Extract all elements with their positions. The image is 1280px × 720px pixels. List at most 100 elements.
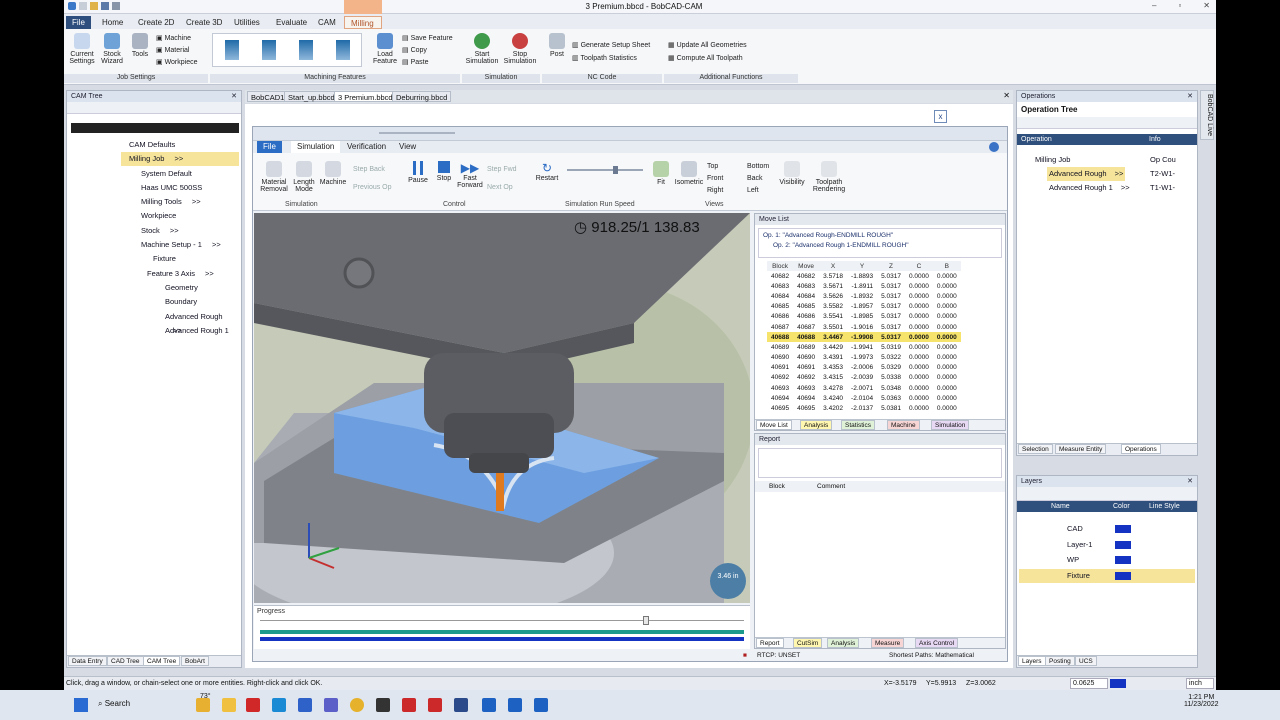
teams-icon[interactable]	[324, 698, 338, 712]
quick-access-toolbar[interactable]	[68, 2, 128, 12]
tab-layers[interactable]: Layers	[1018, 656, 1046, 666]
feature-icon[interactable]	[261, 40, 276, 60]
tab-machine[interactable]: Machine	[887, 420, 920, 430]
run-speed-slider[interactable]	[567, 166, 643, 174]
app-icon[interactable]	[246, 698, 260, 712]
sim-tab-simulation[interactable]: Simulation	[291, 141, 341, 153]
toolpath-rendering-button[interactable]: Toolpath Rendering	[811, 161, 847, 193]
stop-simulation-button[interactable]: Stop Simulation	[502, 33, 538, 65]
workpiece-button[interactable]: ▣ Workpiece	[156, 57, 198, 69]
load-feature-button[interactable]: Load Feature	[372, 33, 398, 65]
fast-forward-button[interactable]: ▶▶ Fast Forward	[457, 161, 483, 189]
table-row[interactable]: 40692 40692 3.4315 -2.0039 5.0338 0.0000 0.000…	[767, 373, 961, 383]
stock-wizard-button[interactable]: Stock Wizard	[98, 33, 126, 65]
table-row[interactable]: 40685 40685 3.5582 -1.8957 5.0317 0.0000 0.000…	[767, 302, 961, 312]
weather-icon[interactable]	[196, 698, 210, 712]
view-top-button[interactable]: Top	[707, 161, 723, 173]
step-fwd-button[interactable]: Step Fwd	[487, 161, 517, 179]
progress-track[interactable]	[260, 620, 744, 621]
tree-item-boundary[interactable]: Boundary	[165, 295, 197, 309]
close-icon[interactable]: ✕	[1003, 91, 1010, 100]
col-name[interactable]: Name	[1051, 501, 1070, 512]
table-row[interactable]: 40682 40682 3.5718 -1.8893 5.0317 0.0000 0.000…	[767, 271, 961, 281]
view-bottom-button[interactable]: Bottom	[747, 161, 769, 173]
tab-cam[interactable]: CAM	[312, 16, 342, 29]
col-comment[interactable]: Comment	[817, 481, 845, 492]
paste-button[interactable]: ▤ Paste	[402, 57, 453, 69]
bobcad-icon[interactable]	[534, 698, 548, 712]
app-icon[interactable]	[376, 698, 390, 712]
sim-quick-toolbar[interactable]	[253, 127, 1007, 141]
tab-utilities[interactable]: Utilities	[228, 16, 266, 29]
print-icon[interactable]	[112, 2, 120, 10]
help-icon[interactable]	[989, 142, 999, 152]
tab-move-list[interactable]: Move List	[756, 420, 792, 430]
col-block[interactable]: Block	[767, 261, 794, 271]
table-row[interactable]: 40683 40683 3.5671 -1.8911 5.0317 0.0000 0.000…	[767, 281, 961, 291]
tab-operations[interactable]: Operations	[1121, 444, 1161, 454]
op-milling-job[interactable]: Milling Job	[1035, 153, 1070, 167]
doc-tab-premium[interactable]: 3 Premium.bbcd	[334, 91, 397, 102]
layer-fixture-row[interactable]	[1019, 569, 1195, 583]
table-row[interactable]: 40690 40690 3.4391 -1.9973 5.0322 0.0000 0.000…	[767, 353, 961, 363]
view-left-button[interactable]: Left	[747, 185, 769, 197]
color-picker[interactable]	[1110, 679, 1126, 688]
table-row[interactable]: 40693 40693 3.4278 -2.0071 5.0348 0.0000 0.000…	[767, 383, 961, 393]
layer-layer-1[interactable]: Layer-1	[1067, 538, 1092, 552]
col-c[interactable]: C	[904, 261, 933, 271]
isometric-button[interactable]: Isometric	[673, 161, 705, 186]
tab-report[interactable]: Report	[756, 638, 784, 648]
minimize-icon[interactable]: –	[1152, 1, 1156, 10]
save-feature-button[interactable]: ▤ Save Feature	[402, 33, 453, 45]
visibility-button[interactable]: Visibility	[777, 161, 807, 186]
tree-item-system-default[interactable]: System Default	[141, 167, 192, 181]
tree-item-machine[interactable]: Haas UMC 500SS	[141, 181, 202, 195]
tab-ucs[interactable]: UCS	[1075, 656, 1097, 666]
doc-tab-bobcad1[interactable]: BobCAD1	[247, 91, 289, 102]
unit-select[interactable]: inch	[1186, 678, 1214, 689]
tab-create-2d[interactable]: Create 2D	[132, 16, 180, 29]
table-row[interactable]: 40688 40688 3.4467 -1.9908 5.0317 0.0000 0.000…	[767, 332, 961, 343]
sim-close-button[interactable]: x	[934, 110, 947, 123]
tree-item-feature-3-axis[interactable]: Feature 3 Axis >>	[147, 267, 214, 281]
tree-item-fixture[interactable]: Fixture	[153, 252, 176, 266]
close-icon[interactable]: ✕	[231, 91, 237, 102]
restart-button[interactable]: ↻ Restart	[535, 161, 559, 182]
speed-slider-mini[interactable]	[379, 132, 455, 134]
close-icon[interactable]: ✕	[1187, 91, 1193, 102]
machine-toggle-button[interactable]: Machine	[319, 161, 347, 186]
tab-statistics[interactable]: Statistics	[841, 420, 876, 430]
compute-all-toolpath-button[interactable]: ▦ Compute All Toolpath	[668, 52, 747, 65]
edge-icon[interactable]	[272, 698, 286, 712]
tab-evaluate[interactable]: Evaluate	[270, 16, 313, 29]
bobcad-icon[interactable]	[482, 698, 496, 712]
tab-create-3d[interactable]: Create 3D	[180, 16, 228, 29]
tab-posting[interactable]: Posting	[1045, 656, 1075, 666]
feature-icon[interactable]	[224, 40, 239, 60]
col-y[interactable]: Y	[847, 261, 878, 271]
close-icon[interactable]: ✕	[1187, 476, 1193, 487]
tab-axis-control[interactable]: Axis Control	[915, 638, 959, 648]
3d-viewport[interactable]: ◷ 918.25/1 138.83 3.46 in	[254, 213, 750, 603]
tab-simulation[interactable]: Simulation	[931, 420, 970, 430]
update-all-geometries-button[interactable]: ▦ Update All Geometries	[668, 39, 747, 52]
generate-setup-sheet-button[interactable]: ▥ Generate Setup Sheet	[572, 39, 650, 52]
col-move[interactable]: Move	[793, 261, 820, 271]
layers-toolbar[interactable]	[1017, 487, 1197, 501]
view-back-button[interactable]: Back	[747, 173, 769, 185]
view-right-button[interactable]: Right	[707, 185, 723, 197]
length-mode-button[interactable]: Length Mode	[291, 161, 317, 193]
table-row[interactable]: 40686 40686 3.5541 -1.8985 5.0317 0.0000 0.000…	[767, 312, 961, 322]
doc-tab-deburring[interactable]: Deburring.bbcd	[392, 91, 452, 102]
move-table[interactable]: Block Move X Y Z C B 40682 40682 3.5718 -1.…	[767, 261, 961, 414]
file-explorer-icon[interactable]	[222, 698, 236, 712]
chrome-icon[interactable]	[350, 698, 364, 712]
table-row[interactable]: 40695 40695 3.4202 -2.0137 5.0381 0.0000 0.000…	[767, 403, 961, 413]
feature-icon[interactable]	[335, 40, 350, 60]
tab-cad-tree[interactable]: CAD Tree	[107, 656, 144, 666]
cam-tree-toolbar[interactable]	[67, 102, 241, 114]
tab-selection[interactable]: Selection	[1018, 444, 1053, 454]
tree-item-milling-tools[interactable]: Milling Tools >>	[141, 195, 201, 209]
col-x[interactable]: X	[819, 261, 848, 271]
bobcad-live-side-tab[interactable]: BobCAD Live	[1200, 90, 1214, 140]
